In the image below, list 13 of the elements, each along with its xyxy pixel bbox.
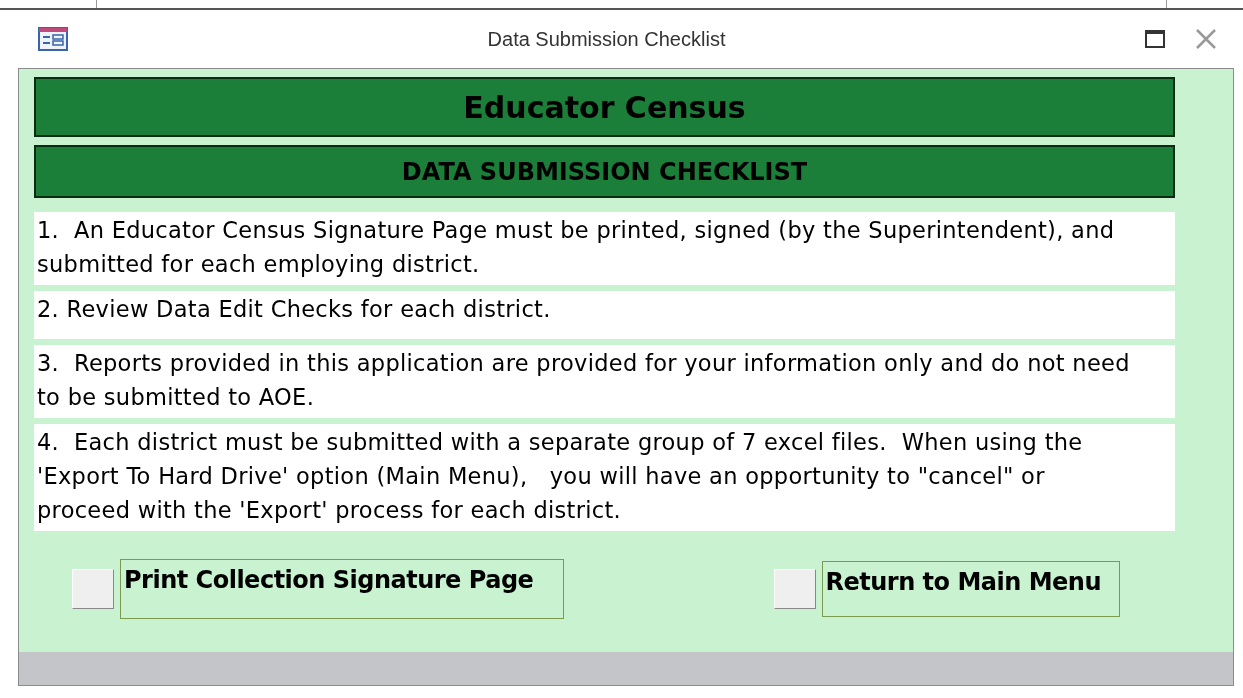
checklist-item: 2. Review Data Edit Checks for each district.	[37, 296, 551, 322]
form-icon	[38, 26, 68, 52]
maximize-icon[interactable]	[1145, 30, 1165, 48]
checklist-item: 1. An Educator Census Signature Page must be printed, signed (by the Superintendent), and submitted for each employing district.	[37, 217, 1116, 277]
button-label: Return to Main Menu	[821, 561, 1120, 617]
checklist-item: 3. Reports provided in this application are provided for your information only and do not need to be submitted to AOE.	[37, 350, 1131, 410]
window-title: Data Submission Checklist	[486, 27, 727, 51]
button-label: Print Collection Signature Page	[120, 559, 565, 619]
checklist-heading: DATA SUBMISSION CHECKLIST	[34, 145, 1175, 198]
command-button[interactable]	[72, 569, 114, 609]
educator-census-title: Educator Census	[34, 77, 1175, 137]
checklist-item: 4. Each district must be submitted with a separate group of 7 excel files. When using the 'Export To Hard Drive' option (Main Menu), you will have an opportunity to "cancel" or proceed with the 'Export' process for each district.	[37, 429, 1084, 523]
command-button[interactable]	[773, 569, 816, 609]
